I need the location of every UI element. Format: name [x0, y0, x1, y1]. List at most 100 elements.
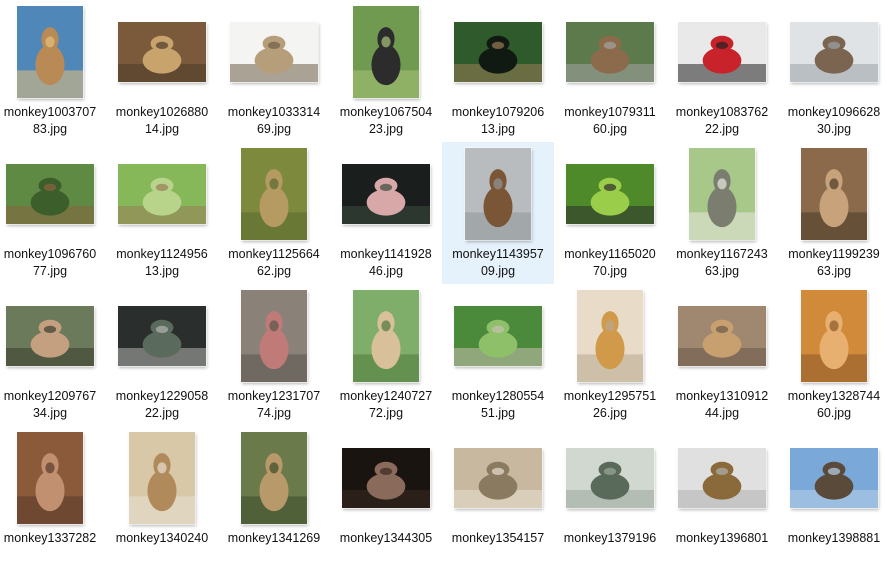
file-item[interactable]: monkey1379196: [554, 426, 666, 568]
thumbnail-area: [778, 426, 890, 530]
thumbnail-area: [554, 142, 666, 246]
file-name-line-1: monkey1079206: [451, 105, 545, 119]
file-name-line-2: 13.jpg: [480, 122, 516, 136]
file-item[interactable]: monkey1344305: [330, 426, 442, 568]
file-name: monkey1328744 60.jpg: [772, 388, 890, 422]
file-name-line-1: monkey1143957: [452, 247, 544, 261]
thumbnail-area: [218, 284, 330, 388]
image-thumbnail: [117, 305, 207, 367]
file-name: monkey1083762 22.jpg: [660, 104, 784, 138]
file-item[interactable]: monkey1199239 63.jpg: [778, 142, 890, 284]
file-item[interactable]: monkey1026880 14.jpg: [106, 0, 218, 142]
file-name-line-2: 74.jpg: [256, 406, 292, 420]
file-item[interactable]: monkey1240727 72.jpg: [330, 284, 442, 426]
image-thumbnail: [240, 431, 308, 525]
file-name: monkey1141928 46.jpg: [324, 246, 448, 280]
image-thumbnail: [352, 5, 420, 99]
file-item[interactable]: monkey1295751 26.jpg: [554, 284, 666, 426]
thumbnail-area: [442, 284, 554, 388]
file-item[interactable]: monkey1231707 74.jpg: [218, 284, 330, 426]
image-thumbnail: [341, 447, 431, 509]
file-name-line-2: 77.jpg: [32, 264, 68, 278]
thumbnail-area: [666, 426, 778, 530]
file-item[interactable]: monkey1143957 09.jpg: [442, 142, 554, 284]
file-name-line-1: monkey1033314: [227, 105, 321, 119]
file-item[interactable]: monkey1067504 23.jpg: [330, 0, 442, 142]
file-name: monkey1079206 13.jpg: [436, 104, 560, 138]
file-item[interactable]: monkey1354157: [442, 426, 554, 568]
thumbnail-area: [106, 142, 218, 246]
file-name-line-2: 22.jpg: [704, 122, 740, 136]
file-name-line-1: monkey1398881: [787, 531, 881, 545]
file-name-line-1: monkey1340240: [115, 531, 209, 545]
file-name-line-2: 26.jpg: [592, 406, 628, 420]
file-item[interactable]: monkey1124956 13.jpg: [106, 142, 218, 284]
file-item[interactable]: monkey1340240: [106, 426, 218, 568]
image-thumbnail: [464, 147, 532, 241]
file-name-line-1: monkey1280554: [451, 389, 545, 403]
file-item[interactable]: monkey1337282: [0, 426, 106, 568]
file-name-line-1: monkey1229058: [115, 389, 209, 403]
thumbnail-area: [106, 0, 218, 104]
file-name-line-1: monkey1231707: [227, 389, 321, 403]
file-item[interactable]: monkey1003707 83.jpg: [0, 0, 106, 142]
image-thumbnail: [5, 163, 95, 225]
file-item[interactable]: monkey1209767 34.jpg: [0, 284, 106, 426]
file-item[interactable]: monkey1310912 44.jpg: [666, 284, 778, 426]
file-name-line-2: 30.jpg: [816, 122, 852, 136]
file-name-line-2: 63.jpg: [704, 264, 740, 278]
file-item[interactable]: monkey1079206 13.jpg: [442, 0, 554, 142]
file-name: monkey1096760 77.jpg: [0, 246, 112, 280]
file-name: monkey1240727 72.jpg: [324, 388, 448, 422]
file-item[interactable]: monkey1033314 69.jpg: [218, 0, 330, 142]
file-name-line-2: 62.jpg: [256, 264, 292, 278]
image-thumbnail: [800, 289, 868, 383]
file-name: monkey1337282: [0, 530, 112, 547]
image-thumbnail: [677, 21, 767, 83]
file-item[interactable]: monkey1328744 60.jpg: [778, 284, 890, 426]
file-item[interactable]: monkey1096760 77.jpg: [0, 142, 106, 284]
file-name-line-1: monkey1124956: [116, 247, 208, 261]
file-name: monkey1396801: [660, 530, 784, 547]
thumbnail-area: [442, 142, 554, 246]
file-item[interactable]: monkey1280554 51.jpg: [442, 284, 554, 426]
file-name: monkey1124956 13.jpg: [100, 246, 224, 280]
file-name-line-1: monkey1199239: [788, 247, 880, 261]
file-name: monkey1033314 69.jpg: [212, 104, 336, 138]
thumbnail-area: [442, 0, 554, 104]
file-name-line-1: monkey1003707: [3, 105, 97, 119]
file-name: monkey1379196: [548, 530, 672, 547]
file-name-line-1: monkey1165020: [564, 247, 656, 261]
thumbnail-area: [106, 284, 218, 388]
file-item[interactable]: monkey1083762 22.jpg: [666, 0, 778, 142]
image-thumbnail: [240, 289, 308, 383]
image-thumbnail: [16, 431, 84, 525]
image-thumbnail: [453, 21, 543, 83]
file-name: monkey1067504 23.jpg: [324, 104, 448, 138]
file-item[interactable]: monkey1096628 30.jpg: [778, 0, 890, 142]
file-name: monkey1096628 30.jpg: [772, 104, 890, 138]
file-item[interactable]: monkey1125664 62.jpg: [218, 142, 330, 284]
file-item[interactable]: monkey1079311 60.jpg: [554, 0, 666, 142]
file-name: monkey1398881: [772, 530, 890, 547]
file-name-line-1: monkey1337282: [3, 531, 97, 545]
file-name-line-2: 09.jpg: [480, 264, 516, 278]
file-name: monkey1354157: [436, 530, 560, 547]
file-name-line-1: monkey1354157: [451, 531, 545, 545]
file-name-line-2: 34.jpg: [32, 406, 68, 420]
file-name-line-2: 83.jpg: [32, 122, 68, 136]
file-item[interactable]: monkey1229058 22.jpg: [106, 284, 218, 426]
file-name-line-2: 69.jpg: [256, 122, 292, 136]
file-item[interactable]: monkey1398881: [778, 426, 890, 568]
file-name-line-2: 13.jpg: [144, 264, 180, 278]
file-item[interactable]: monkey1165020 70.jpg: [554, 142, 666, 284]
file-item[interactable]: monkey1141928 46.jpg: [330, 142, 442, 284]
file-name: monkey1229058 22.jpg: [100, 388, 224, 422]
file-name-line-1: monkey1096628: [787, 105, 881, 119]
file-item[interactable]: monkey1396801: [666, 426, 778, 568]
thumbnail-area: [330, 0, 442, 104]
file-item[interactable]: monkey1341269: [218, 426, 330, 568]
image-thumbnail: [677, 305, 767, 367]
image-thumbnail: [128, 431, 196, 525]
file-item[interactable]: monkey1167243 63.jpg: [666, 142, 778, 284]
